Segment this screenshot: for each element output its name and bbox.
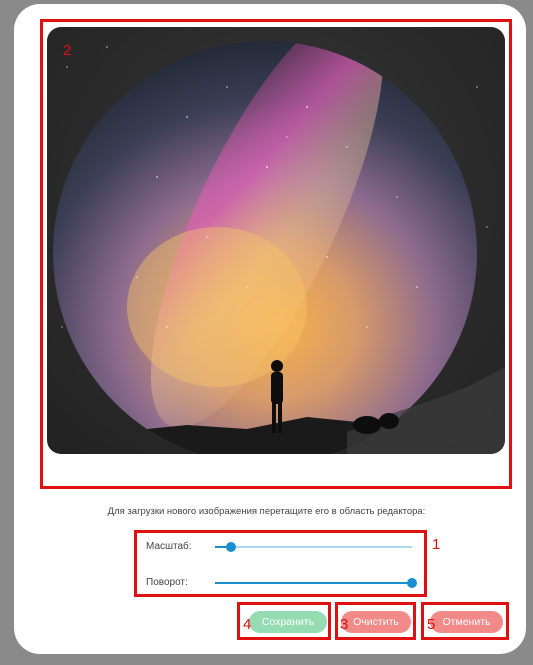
- drag-hint-text: Для загрузки нового изображения перетащи…: [107, 506, 426, 517]
- annotation-number-4: 4: [243, 616, 252, 633]
- annotation-number-1: 1: [432, 536, 441, 553]
- annotation-box-editor: [40, 19, 512, 489]
- annotation-number-3: 3: [340, 616, 349, 633]
- annotation-number-5: 5: [427, 616, 436, 633]
- annotation-number-2: 2: [63, 42, 72, 59]
- annotation-box-sliders: [134, 530, 427, 597]
